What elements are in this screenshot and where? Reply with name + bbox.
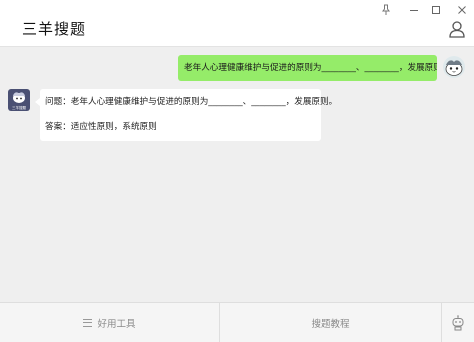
close-icon[interactable]	[454, 3, 470, 17]
chat-area: 老年人心理健康维护与促进的原则为________、________，发展原则。 …	[0, 47, 474, 302]
bot-avatar: 三羊搜题	[8, 89, 30, 111]
app-window: 三羊搜题 老年人心理健康维护与促进的原则为________、________，发…	[0, 0, 474, 342]
title-bar: 三羊搜题	[0, 0, 474, 47]
pin-icon[interactable]	[378, 3, 394, 17]
bot-message-bubble: 问题：老年人心理健康维护与促进的原则为________、________，发展原…	[35, 89, 338, 141]
maximize-icon[interactable]	[428, 3, 444, 17]
tools-button[interactable]: 好用工具	[0, 303, 220, 342]
robot-icon[interactable]	[442, 303, 474, 342]
bot-answer-text: 答案：适应性原则，系统原则	[45, 122, 157, 132]
user-avatar	[443, 56, 465, 78]
tutorial-button[interactable]: 搜题教程	[220, 303, 442, 342]
user-message-text: 老年人心理健康维护与促进的原则为________、________，发展原则。	[184, 63, 437, 73]
bot-question-text: 问题：老年人心理健康维护与促进的原则为________、________，发展原…	[45, 97, 338, 107]
user-icon[interactable]	[448, 20, 466, 38]
tools-button-label: 好用工具	[97, 318, 136, 330]
menu-icon	[83, 318, 93, 327]
bot-avatar-label: 三羊搜题	[12, 106, 26, 110]
app-title: 三羊搜题	[22, 20, 87, 38]
minimize-icon[interactable]	[406, 3, 422, 17]
user-message-bubble: 老年人心理健康维护与促进的原则为________、________，发展原则。	[178, 55, 437, 81]
bottom-toolbar: 好用工具 搜题教程	[0, 302, 474, 342]
tutorial-button-label: 搜题教程	[311, 318, 350, 330]
